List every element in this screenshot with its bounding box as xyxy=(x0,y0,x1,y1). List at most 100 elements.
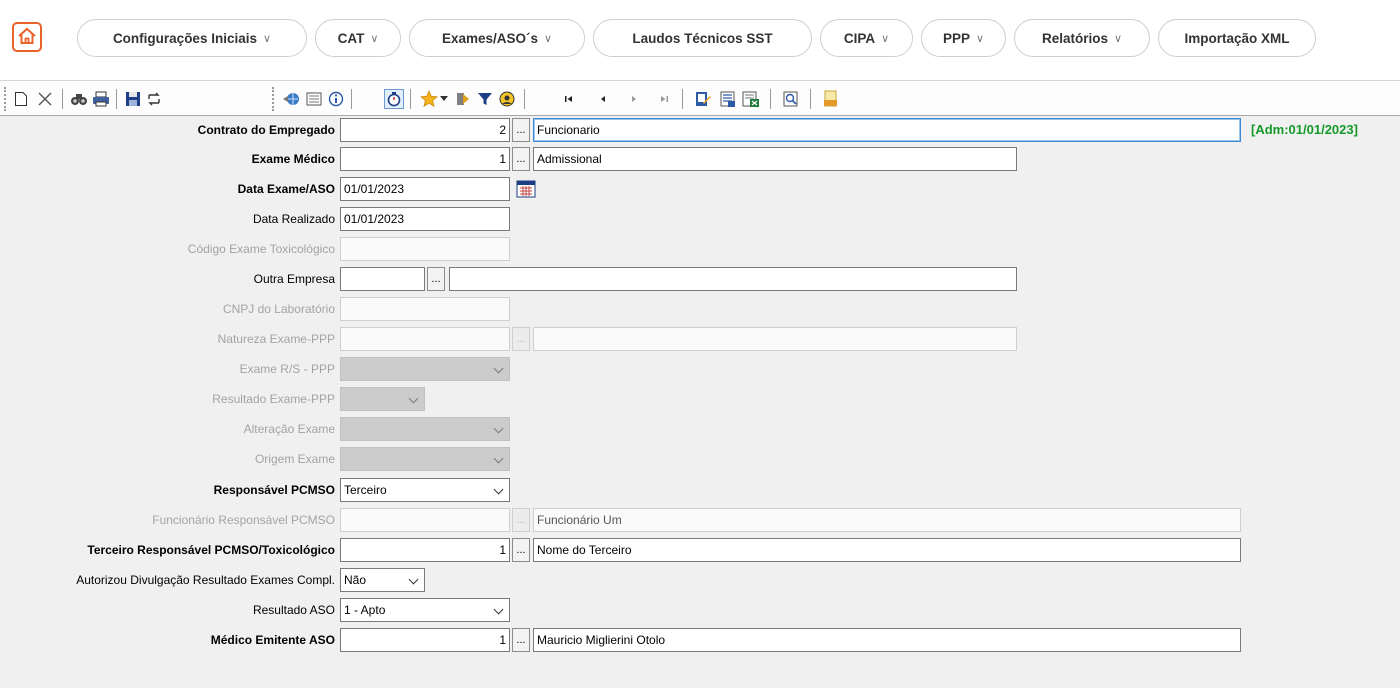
previous-record-icon[interactable] xyxy=(594,90,612,108)
chevron-down-icon: ∨ xyxy=(544,32,553,45)
save-icon[interactable] xyxy=(124,90,142,108)
cnpj-laboratorio-input[interactable] xyxy=(340,297,510,321)
delete-record-icon[interactable] xyxy=(36,90,54,108)
exit-icon[interactable] xyxy=(454,90,472,108)
responsavel-pcmso-label: Responsável PCMSO xyxy=(213,483,335,497)
codigo-toxicologico-label: Código Exame Toxicológico xyxy=(187,242,335,256)
calendar-icon[interactable] xyxy=(516,180,536,198)
natureza-exame-name-input[interactable] xyxy=(533,327,1017,351)
chevron-down-icon xyxy=(493,363,504,374)
menu-relatorios[interactable]: Relatórios ∨ xyxy=(1014,19,1150,57)
menu-cat[interactable]: CAT ∨ xyxy=(315,19,401,57)
exame-rs-label: Exame R/S - PPP xyxy=(239,362,335,376)
chevron-down-icon xyxy=(493,604,504,615)
menu-label: Relatórios xyxy=(1041,30,1108,46)
exame-medico-name-input[interactable]: Admissional xyxy=(533,147,1017,171)
codigo-toxicologico-input[interactable] xyxy=(340,237,510,261)
outra-empresa-lookup-button[interactable]: ... xyxy=(427,267,445,291)
timer-icon[interactable] xyxy=(384,89,404,109)
resultado-aso-value: 1 - Apto xyxy=(344,603,386,617)
outra-empresa-code-input[interactable] xyxy=(340,267,425,291)
funcionario-responsavel-code-input[interactable] xyxy=(340,508,510,532)
autorizou-divulgacao-value: Não xyxy=(344,573,367,587)
chevron-down-icon xyxy=(493,423,504,434)
natureza-exame-code-input[interactable] xyxy=(340,327,510,351)
exame-medico-lookup-button[interactable]: ... xyxy=(512,147,530,171)
menu-label: CAT xyxy=(337,30,365,46)
outra-empresa-name-input[interactable] xyxy=(449,267,1017,291)
next-record-icon[interactable] xyxy=(625,90,643,108)
data-exame-label: Data Exame/ASO xyxy=(237,182,335,196)
edit-icon[interactable] xyxy=(694,90,712,108)
toolbar-separator xyxy=(410,89,411,109)
outra-empresa-label: Outra Empresa xyxy=(253,272,335,286)
natureza-exame-lookup-button[interactable]: ... xyxy=(512,327,530,351)
menu-cipa[interactable]: CIPA ∨ xyxy=(820,19,913,57)
data-exame-input[interactable]: 01/01/2023 xyxy=(340,177,510,201)
first-record-icon[interactable] xyxy=(560,90,578,108)
terceiro-responsavel-lookup-button[interactable]: ... xyxy=(512,538,530,562)
chevron-down-icon: ∨ xyxy=(881,32,890,45)
responsavel-pcmso-select[interactable]: Terceiro xyxy=(340,478,510,502)
medico-emitente-lookup-button[interactable]: ... xyxy=(512,628,530,652)
exame-medico-code-input[interactable]: 1 xyxy=(340,147,510,171)
filter-icon[interactable] xyxy=(476,90,494,108)
chevron-down-icon xyxy=(493,453,504,464)
funcionario-responsavel-lookup-button[interactable]: ... xyxy=(512,508,530,532)
toolbar-grip xyxy=(272,87,274,111)
refresh-icon[interactable] xyxy=(145,90,163,108)
find-icon[interactable] xyxy=(70,90,88,108)
menu-label: Importação XML xyxy=(1184,30,1290,46)
terceiro-responsavel-code-input[interactable]: 1 xyxy=(340,538,510,562)
responsavel-pcmso-value: Terceiro xyxy=(344,483,387,497)
contrato-lookup-button[interactable]: ... xyxy=(512,118,530,142)
autorizou-divulgacao-select[interactable]: Não xyxy=(340,568,425,592)
globe-icon[interactable] xyxy=(282,90,300,108)
menu-label: Configurações Iniciais xyxy=(112,30,257,46)
report-icon[interactable] xyxy=(719,90,737,108)
menu-importacao-xml[interactable]: Importação XML xyxy=(1158,19,1316,57)
favorites-icon[interactable] xyxy=(420,90,438,108)
funcionario-responsavel-name-input[interactable]: Funcionário Um xyxy=(533,508,1241,532)
info-icon[interactable] xyxy=(327,90,345,108)
list-icon[interactable] xyxy=(305,90,323,108)
top-menu-bar: Configurações Iniciais ∨ CAT ∨ Exames/ASO´… xyxy=(0,0,1400,80)
cnpj-laboratorio-label: CNPJ do Laboratório xyxy=(222,302,335,316)
last-record-icon[interactable] xyxy=(655,90,673,108)
toolbar-separator xyxy=(116,89,117,109)
menu-ppp[interactable]: PPP ∨ xyxy=(921,19,1006,57)
terceiro-responsavel-label: Terceiro Responsável PCMSO/Toxicológico xyxy=(87,543,335,557)
toolbar-separator xyxy=(770,89,771,109)
medico-emitente-code-input[interactable]: 1 xyxy=(340,628,510,652)
data-realizado-input[interactable]: 01/01/2023 xyxy=(340,207,510,231)
data-realizado-label: Data Realizado xyxy=(252,212,335,226)
contrato-name-input[interactable]: Funcionario xyxy=(533,118,1241,142)
funcionario-responsavel-label: Funcionário Responsável PCMSO xyxy=(152,513,335,527)
resultado-exame-ppp-select[interactable] xyxy=(340,387,425,411)
toolbar-separator xyxy=(524,89,525,109)
menu-exames-asos[interactable]: Exames/ASO´s ∨ xyxy=(409,19,585,57)
home-button[interactable] xyxy=(12,22,42,52)
user-help-icon[interactable] xyxy=(498,90,516,108)
medico-emitente-name-input[interactable]: Mauricio Miglierini Otolo xyxy=(533,628,1241,652)
resultado-aso-select[interactable]: 1 - Apto xyxy=(340,598,510,622)
menu-configuracoes-iniciais[interactable]: Configurações Iniciais ∨ xyxy=(77,19,307,57)
xml-icon[interactable] xyxy=(822,90,840,108)
preview-icon[interactable] xyxy=(782,90,800,108)
exame-rs-select[interactable] xyxy=(340,357,510,381)
contrato-code-input[interactable]: 2 xyxy=(340,118,510,142)
terceiro-responsavel-name-input[interactable]: Nome do Terceiro xyxy=(533,538,1241,562)
dropdown-arrow-icon[interactable] xyxy=(439,90,449,108)
print-icon[interactable] xyxy=(92,90,110,108)
report-export-icon[interactable] xyxy=(742,90,760,108)
new-record-icon[interactable] xyxy=(12,90,30,108)
alteracao-exame-label: Alteração Exame xyxy=(243,422,335,436)
menu-label: Exames/ASO´s xyxy=(441,30,538,46)
menu-laudos-tecnicos-sst[interactable]: Laudos Técnicos SST xyxy=(593,19,812,57)
chevron-down-icon: ∨ xyxy=(262,32,272,45)
toolbar-grip xyxy=(4,87,6,111)
chevron-down-icon xyxy=(408,574,419,585)
alteracao-exame-select[interactable] xyxy=(340,417,510,441)
chevron-down-icon: ∨ xyxy=(370,32,379,45)
origem-exame-select[interactable] xyxy=(340,447,510,471)
